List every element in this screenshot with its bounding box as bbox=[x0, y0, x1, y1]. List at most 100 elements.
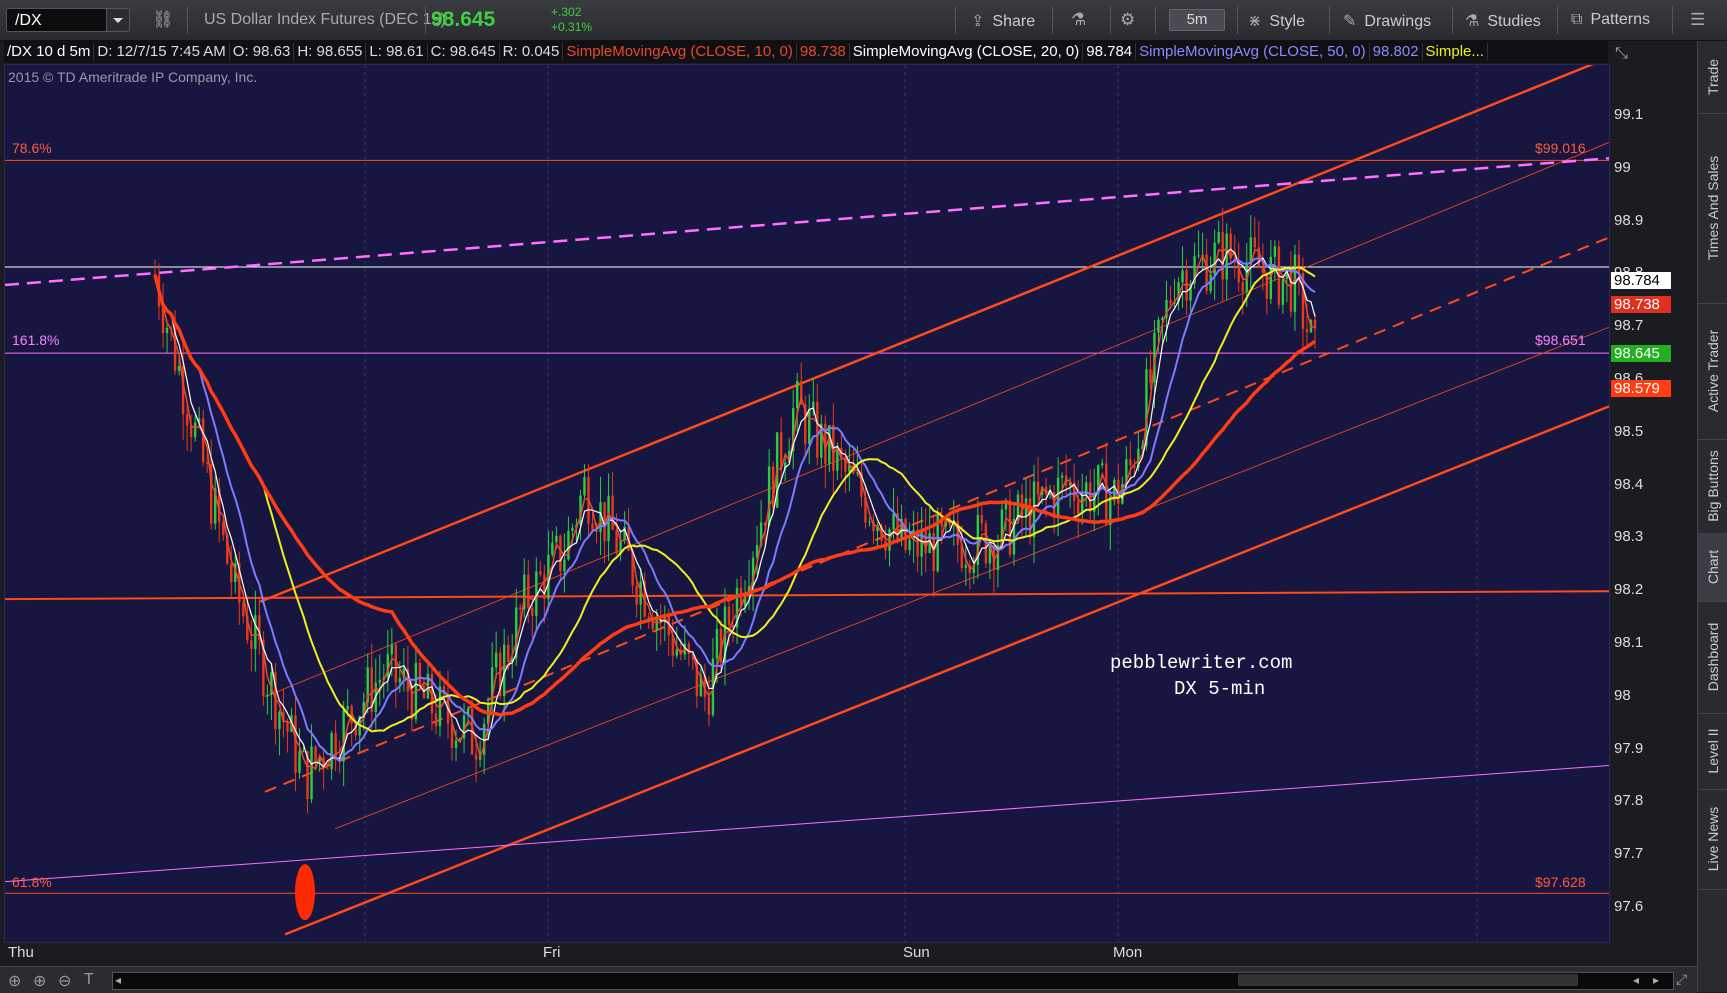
style-label: Style bbox=[1269, 13, 1305, 30]
scrollbar-thumb[interactable] bbox=[1238, 974, 1578, 986]
candle-body bbox=[892, 513, 895, 530]
sma50-label[interactable]: SimpleMovingAvg (CLOSE, 50, 0) bbox=[1136, 43, 1370, 60]
sma10-label[interactable]: SimpleMovingAvg (CLOSE, 10, 0) bbox=[563, 43, 797, 60]
tab-level-ii[interactable]: Level II bbox=[1698, 713, 1727, 790]
style-button[interactable]: ⋇ Style bbox=[1248, 11, 1305, 31]
fib-1618-price: $98.651 bbox=[1535, 332, 1586, 348]
expand-icon[interactable]: ⤢ bbox=[1676, 971, 1687, 988]
candle-body bbox=[390, 644, 394, 655]
bar-low: L: 98.61 bbox=[366, 43, 428, 60]
chevron-down-icon[interactable] bbox=[106, 9, 129, 31]
candle-body bbox=[796, 380, 799, 409]
candle-body bbox=[418, 662, 422, 686]
share-label: Share bbox=[992, 13, 1036, 30]
candle-body bbox=[185, 414, 189, 426]
candle-body bbox=[342, 709, 345, 762]
fib-618-price: $97.628 bbox=[1535, 874, 1586, 890]
link-icon[interactable]: ⛓ bbox=[152, 10, 174, 30]
candle-body bbox=[1008, 500, 1012, 555]
candle-body bbox=[527, 574, 530, 608]
candle-body bbox=[242, 602, 245, 617]
chart-info-bar: /DX 10 d 5m D: 12/7/15 7:45 AM O: 98.63 H: … bbox=[4, 41, 1608, 63]
candle-body bbox=[205, 462, 209, 464]
scroll-right-icon[interactable]: ▸ bbox=[1653, 973, 1659, 987]
candle-body bbox=[230, 563, 233, 582]
last-price: 98.645 bbox=[431, 8, 496, 31]
patterns-icon: ⧉ bbox=[1571, 11, 1583, 28]
price-tag-sma10: 98.738 bbox=[1611, 296, 1671, 313]
toolbar-divider bbox=[1052, 6, 1053, 34]
price-axis-tick: 97.6 bbox=[1614, 898, 1644, 915]
gear-icon[interactable]: ⚙ bbox=[1120, 10, 1135, 30]
candle-body bbox=[1185, 270, 1188, 301]
candle-body bbox=[507, 644, 510, 663]
price-axis-tick: 98.7 bbox=[1614, 317, 1644, 335]
patterns-button[interactable]: ⧉ Patterns bbox=[1571, 11, 1650, 29]
candle-body bbox=[1181, 270, 1184, 283]
time-scrollbar[interactable]: ◂ ◂ ▸ bbox=[112, 972, 1674, 990]
chart-description[interactable]: /DX 10 d 5m bbox=[4, 43, 95, 60]
candle-body bbox=[571, 527, 574, 531]
candle-body bbox=[474, 754, 478, 760]
sma-more-label[interactable]: Simple... bbox=[1422, 43, 1488, 60]
candle-body bbox=[539, 571, 542, 575]
candle-body bbox=[1157, 319, 1160, 333]
tab-trade[interactable]: Trade bbox=[1698, 41, 1727, 114]
candle-body bbox=[687, 643, 691, 654]
timeframe-selector[interactable]: 5m bbox=[1169, 9, 1225, 31]
tab-big-buttons[interactable]: Big Buttons bbox=[1698, 439, 1727, 534]
price-chart[interactable] bbox=[5, 65, 1609, 942]
candle-body bbox=[1129, 459, 1132, 466]
channel-inner-upper bbox=[264, 142, 1609, 698]
candle-body bbox=[808, 409, 811, 444]
candle-body bbox=[310, 746, 313, 800]
price-axis-tick: 99.1 bbox=[1614, 106, 1644, 123]
candle-body bbox=[779, 432, 783, 469]
fib-1618-label: 161.8% bbox=[12, 332, 60, 348]
toolbar-divider bbox=[187, 6, 188, 34]
collapse-icon[interactable]: ⤡ bbox=[1615, 45, 1628, 63]
studies-button[interactable]: ⚗ Studies bbox=[1465, 11, 1541, 31]
price-axis-tick: 97.9 bbox=[1614, 739, 1644, 757]
scroll-left-icon[interactable]: ◂ bbox=[115, 973, 121, 987]
share-button[interactable]: ⇪ Share bbox=[971, 11, 1035, 31]
candle-body bbox=[1297, 254, 1301, 274]
scroll-left-icon[interactable]: ◂ bbox=[1633, 973, 1639, 987]
tab-times-and-sales[interactable]: Times And Sales bbox=[1698, 113, 1727, 304]
bar-close: C: 98.645 bbox=[427, 43, 500, 60]
candle-body bbox=[177, 365, 181, 371]
candle-body bbox=[543, 574, 546, 599]
symbol-description: US Dollar Index Futures (DEC 15) bbox=[204, 11, 446, 28]
candle-body bbox=[908, 539, 911, 550]
flask-icon[interactable]: ⚗ bbox=[1071, 10, 1086, 30]
menu-icon[interactable]: ☰ bbox=[1690, 10, 1705, 30]
candle-body bbox=[635, 585, 638, 605]
text-cursor-icon[interactable]: T bbox=[84, 971, 94, 989]
zoom-icon[interactable]: ⊕ bbox=[8, 971, 21, 991]
candle-body bbox=[201, 418, 205, 463]
share-icon: ⇪ bbox=[971, 13, 985, 30]
tab-active-trader[interactable]: Active Trader bbox=[1698, 303, 1727, 440]
tab-dashboard[interactable]: Dashboard bbox=[1698, 601, 1727, 714]
zoom-in-icon[interactable]: ⊕ bbox=[33, 971, 46, 991]
candle-body bbox=[1289, 268, 1293, 312]
candle-body bbox=[434, 713, 438, 727]
toolbar-divider bbox=[1155, 6, 1156, 34]
tab-live-news[interactable]: Live News bbox=[1698, 789, 1727, 890]
sma20-label[interactable]: SimpleMovingAvg (CLOSE, 20, 0) bbox=[849, 43, 1084, 60]
price-axis-tick: 98.2 bbox=[1614, 581, 1644, 599]
zoom-out-icon[interactable]: ⊖ bbox=[58, 971, 71, 991]
chart-plot-area[interactable] bbox=[4, 64, 1610, 943]
candle-body bbox=[1101, 463, 1104, 466]
candle-body bbox=[1241, 282, 1244, 292]
price-axis-tick: 98.3 bbox=[1614, 528, 1644, 546]
symbol-value: /DX bbox=[15, 12, 42, 29]
candle-body bbox=[189, 425, 193, 438]
candle-body bbox=[767, 466, 771, 527]
tab-chart[interactable]: Chart bbox=[1698, 533, 1727, 602]
drawings-button[interactable]: ✎ Drawings bbox=[1343, 11, 1431, 31]
symbol-selector[interactable]: /DX bbox=[6, 8, 130, 32]
candle-body bbox=[1060, 475, 1064, 478]
time-axis-tick: Sun bbox=[903, 944, 930, 961]
candle-body bbox=[816, 401, 819, 458]
